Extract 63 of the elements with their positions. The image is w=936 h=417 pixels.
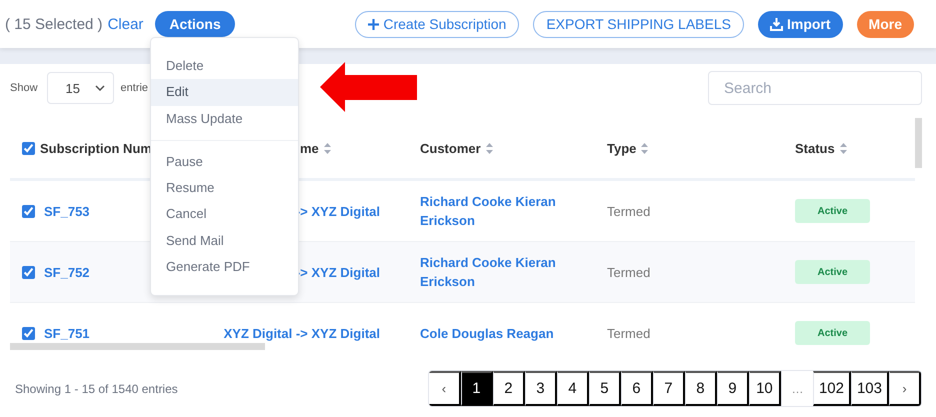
toolbar-button[interactable]: EXPORT SHIPPING LABELS bbox=[533, 10, 744, 38]
entries-summary: Showing 1 - 15 of 1540 entries bbox=[15, 382, 178, 396]
status-badge: Active bbox=[795, 321, 870, 345]
search-field[interactable]: Search bbox=[708, 71, 922, 105]
menu-item[interactable]: Edit bbox=[151, 79, 298, 106]
plus-icon bbox=[368, 18, 380, 30]
type-cell-text: Termed bbox=[607, 326, 652, 340]
status-badge: Active bbox=[795, 199, 870, 223]
column-header[interactable]: Status bbox=[795, 140, 835, 156]
menu-item[interactable]: Generate PDF bbox=[151, 254, 298, 280]
sort-icon[interactable] bbox=[641, 142, 648, 154]
menu-item[interactable]: Send Mail bbox=[151, 228, 298, 254]
checkbox[interactable] bbox=[22, 266, 35, 278]
page-button[interactable]: 2 bbox=[492, 371, 525, 406]
page-button[interactable]: 10 bbox=[748, 371, 781, 406]
sort-icon[interactable] bbox=[324, 142, 331, 154]
customer-link[interactable]: Cole Douglas Reagan bbox=[420, 324, 565, 342]
customer-link[interactable]: Richard Cooke Kieran Erickson bbox=[420, 192, 565, 230]
menu-item[interactable]: Cancel bbox=[151, 201, 298, 228]
horizontal-scrollbar[interactable] bbox=[10, 343, 265, 350]
sort-icon[interactable] bbox=[486, 142, 493, 154]
subscription-link[interactable]: SF_751 bbox=[44, 324, 90, 342]
entries-label: entrie bbox=[120, 82, 148, 94]
toolbar-button[interactable]: Create Subscription bbox=[355, 10, 520, 38]
page-button[interactable]: 103 bbox=[850, 371, 889, 406]
page-button[interactable]: 102 bbox=[812, 371, 851, 406]
download-icon bbox=[770, 18, 783, 30]
page-button[interactable]: 9 bbox=[716, 371, 749, 406]
menu-item[interactable]: Resume bbox=[151, 175, 298, 202]
show-label: Show bbox=[10, 82, 38, 94]
actions-button[interactable]: Actions bbox=[155, 11, 235, 37]
plan-link[interactable]: XYZ Digital -> XYZ Digital bbox=[224, 326, 380, 340]
selection-count: ( 15 Selected ) bbox=[5, 16, 103, 32]
type-cell-text: Termed bbox=[607, 204, 652, 218]
page-button[interactable]: 7 bbox=[652, 371, 685, 406]
checkbox[interactable] bbox=[22, 142, 35, 154]
column-header[interactable]: Customer bbox=[420, 140, 481, 156]
menu-item[interactable]: Mass Update bbox=[151, 106, 298, 132]
customer-link[interactable]: Richard Cooke Kieran Erickson bbox=[420, 253, 565, 291]
page-button[interactable]: 1 bbox=[460, 371, 493, 406]
type-cell-text: Termed bbox=[607, 264, 652, 280]
vertical-scrollbar[interactable] bbox=[915, 118, 922, 168]
checkbox[interactable] bbox=[22, 204, 35, 218]
status-badge: Active bbox=[795, 260, 870, 284]
page-button[interactable]: 3 bbox=[524, 371, 557, 406]
clear-link[interactable]: Clear bbox=[108, 16, 144, 32]
menu-item[interactable]: Pause bbox=[151, 148, 298, 176]
page-button[interactable]: 6 bbox=[620, 371, 653, 406]
page-button[interactable]: 5 bbox=[588, 371, 621, 406]
toolbar-button[interactable]: More bbox=[856, 10, 914, 38]
arrow-icon bbox=[320, 62, 417, 112]
toolbar-button[interactable]: Import bbox=[758, 10, 843, 38]
page-button[interactable]: 8 bbox=[684, 371, 717, 406]
entries-select[interactable]: 15 bbox=[46, 72, 114, 104]
menu-item[interactable]: Delete bbox=[151, 53, 298, 80]
column-header[interactable]: Type bbox=[607, 140, 636, 156]
column-header[interactable]: me bbox=[300, 140, 319, 156]
page-button[interactable]: 4 bbox=[556, 371, 589, 406]
sort-icon[interactable] bbox=[840, 142, 847, 154]
checkbox[interactable] bbox=[22, 326, 35, 340]
subscription-link[interactable]: SF_752 bbox=[44, 262, 90, 282]
subscription-link[interactable]: SF_753 bbox=[44, 202, 90, 220]
chevron-down-icon bbox=[94, 85, 105, 91]
